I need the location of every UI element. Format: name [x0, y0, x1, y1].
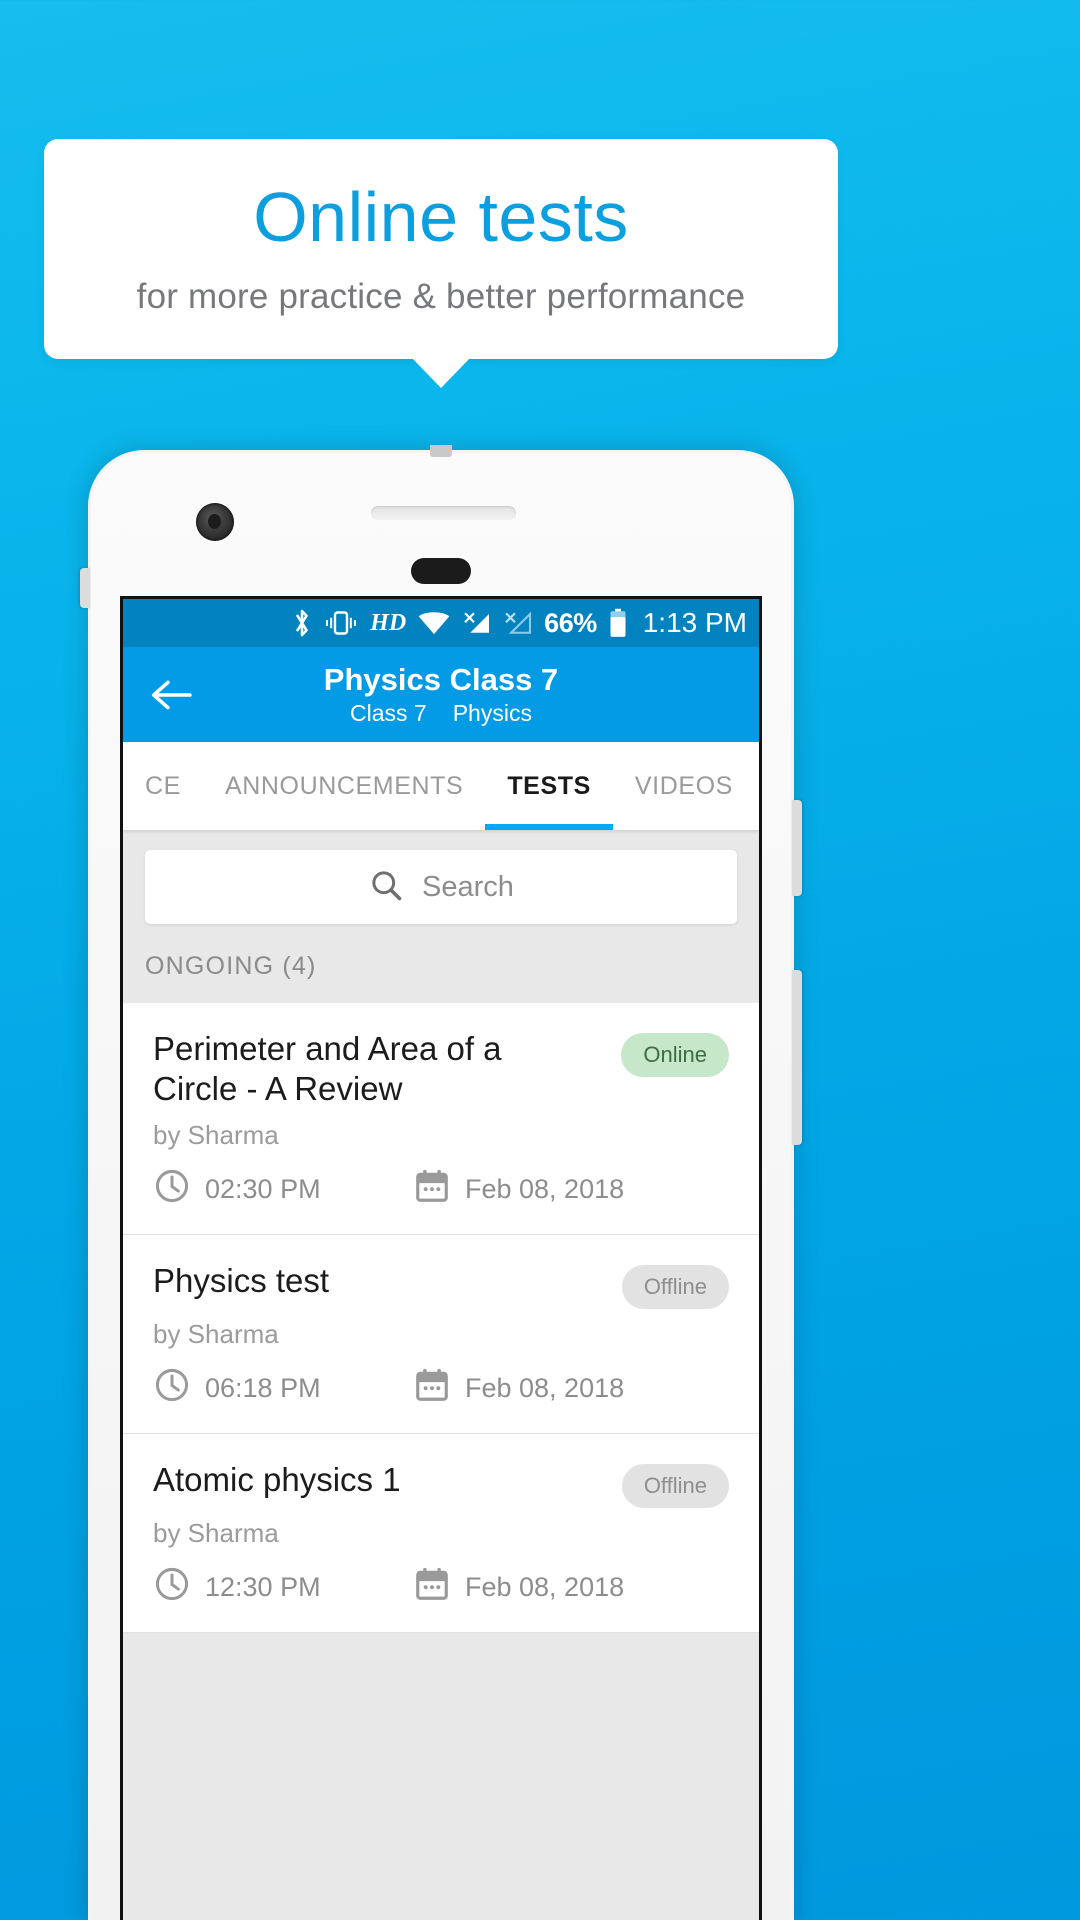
test-time: 06:18 PM [205, 1372, 321, 1403]
signal-off-icon-1 [462, 610, 492, 636]
test-time-group: 12:30 PM [153, 1565, 413, 1610]
table-row[interactable]: Physics test Offline by Sharma 06:18 PM [123, 1234, 759, 1434]
section-header-ongoing: ONGOING (4) [123, 946, 759, 1003]
power-button[interactable] [792, 800, 802, 896]
card-header-row: Perimeter and Area of a Circle - A Revie… [153, 1029, 729, 1110]
test-meta: 02:30 PM Feb 08, 2018 [153, 1167, 729, 1212]
clock-icon [153, 1366, 191, 1411]
tab-tests[interactable]: TESTS [485, 742, 613, 830]
promo-title: Online tests [253, 178, 629, 257]
tab-videos[interactable]: VIDEOS [613, 742, 755, 830]
test-meta: 06:18 PM Feb 08, 2018 [153, 1366, 729, 1411]
sim-tray [80, 568, 90, 608]
breadcrumb-class: Class 7 [350, 700, 427, 727]
search-input[interactable]: Search [145, 850, 737, 924]
wifi-icon [417, 610, 451, 636]
search-placeholder-text: Search [422, 870, 514, 903]
test-time-group: 02:30 PM [153, 1167, 413, 1212]
tests-list: Perimeter and Area of a Circle - A Revie… [123, 1003, 759, 1633]
battery-percent-label: 66% [544, 607, 597, 638]
status-badge: Offline [621, 1264, 729, 1309]
battery-icon [608, 608, 628, 638]
test-date-group: Feb 08, 2018 [413, 1565, 624, 1610]
tab-bar: CE ANNOUNCEMENTS TESTS VIDEOS [123, 742, 759, 830]
callout-tail-triangle [411, 357, 471, 388]
hd-icon: HD [370, 609, 407, 636]
test-meta: 12:30 PM Feb 08, 2018 [153, 1565, 729, 1610]
signal-off-icon-2 [503, 610, 533, 636]
status-bar: HD 66% 1:13 PM [123, 599, 759, 647]
proximity-sensor [411, 558, 471, 584]
test-date-group: Feb 08, 2018 [413, 1366, 624, 1411]
test-title: Atomic physics 1 [153, 1460, 401, 1498]
calendar-icon [413, 1167, 451, 1212]
camera-lens-dot [208, 514, 221, 529]
test-title: Physics test [153, 1261, 330, 1299]
calendar-icon [413, 1366, 451, 1411]
tab-ce[interactable]: CE [123, 742, 203, 830]
test-time: 02:30 PM [205, 1173, 321, 1204]
volume-button[interactable] [792, 970, 802, 1145]
test-author: by Sharma [153, 1119, 279, 1150]
phone-screen: HD 66% 1:13 PM Physics Class 7 Class 7 P… [120, 596, 762, 1920]
test-author: by Sharma [153, 1517, 279, 1548]
status-bar-clock: 1:13 PM [642, 607, 747, 638]
status-badge: Offline [621, 1463, 729, 1508]
tab-announcements[interactable]: ANNOUNCEMENTS [203, 742, 485, 830]
test-time-group: 06:18 PM [153, 1366, 413, 1411]
test-time: 12:30 PM [205, 1571, 321, 1602]
test-date: Feb 08, 2018 [465, 1372, 625, 1403]
test-date-group: Feb 08, 2018 [413, 1167, 624, 1212]
calendar-icon [413, 1565, 451, 1610]
test-title: Perimeter and Area of a Circle - A Revie… [153, 1030, 502, 1108]
front-camera-icon [196, 503, 234, 541]
card-header-row: Physics test Offline [153, 1261, 729, 1309]
test-author: by Sharma [153, 1318, 279, 1349]
phone-antenna-notch [430, 445, 452, 457]
page-title: Physics Class 7 [323, 661, 559, 697]
clock-icon [153, 1167, 191, 1212]
tests-panel: Search ONGOING (4) Perimeter and Area of… [123, 830, 759, 1920]
card-header-row: Atomic physics 1 Offline [153, 1460, 729, 1508]
table-row[interactable]: Perimeter and Area of a Circle - A Revie… [123, 1003, 759, 1235]
status-badge: Online [621, 1033, 729, 1077]
earpiece-speaker [371, 506, 516, 520]
table-row[interactable]: Atomic physics 1 Offline by Sharma 12:30… [123, 1433, 759, 1633]
clock-icon [153, 1565, 191, 1610]
search-icon [368, 867, 404, 908]
back-button[interactable] [147, 671, 195, 719]
search-container: Search [123, 830, 759, 946]
test-date: Feb 08, 2018 [465, 1173, 625, 1204]
bluetooth-icon [292, 608, 312, 638]
phone-mockup: HD 66% 1:13 PM Physics Class 7 Class 7 P… [80, 445, 802, 1920]
promo-callout-card: Online tests for more practice & better … [44, 139, 838, 359]
test-date: Feb 08, 2018 [465, 1571, 625, 1602]
promo-subtitle: for more practice & better performance [136, 276, 746, 316]
breadcrumb-subject: Physics [452, 700, 532, 727]
breadcrumb: Class 7 Physics [350, 700, 532, 727]
app-bar: Physics Class 7 Class 7 Physics [123, 647, 759, 742]
vibrate-icon [323, 610, 359, 636]
